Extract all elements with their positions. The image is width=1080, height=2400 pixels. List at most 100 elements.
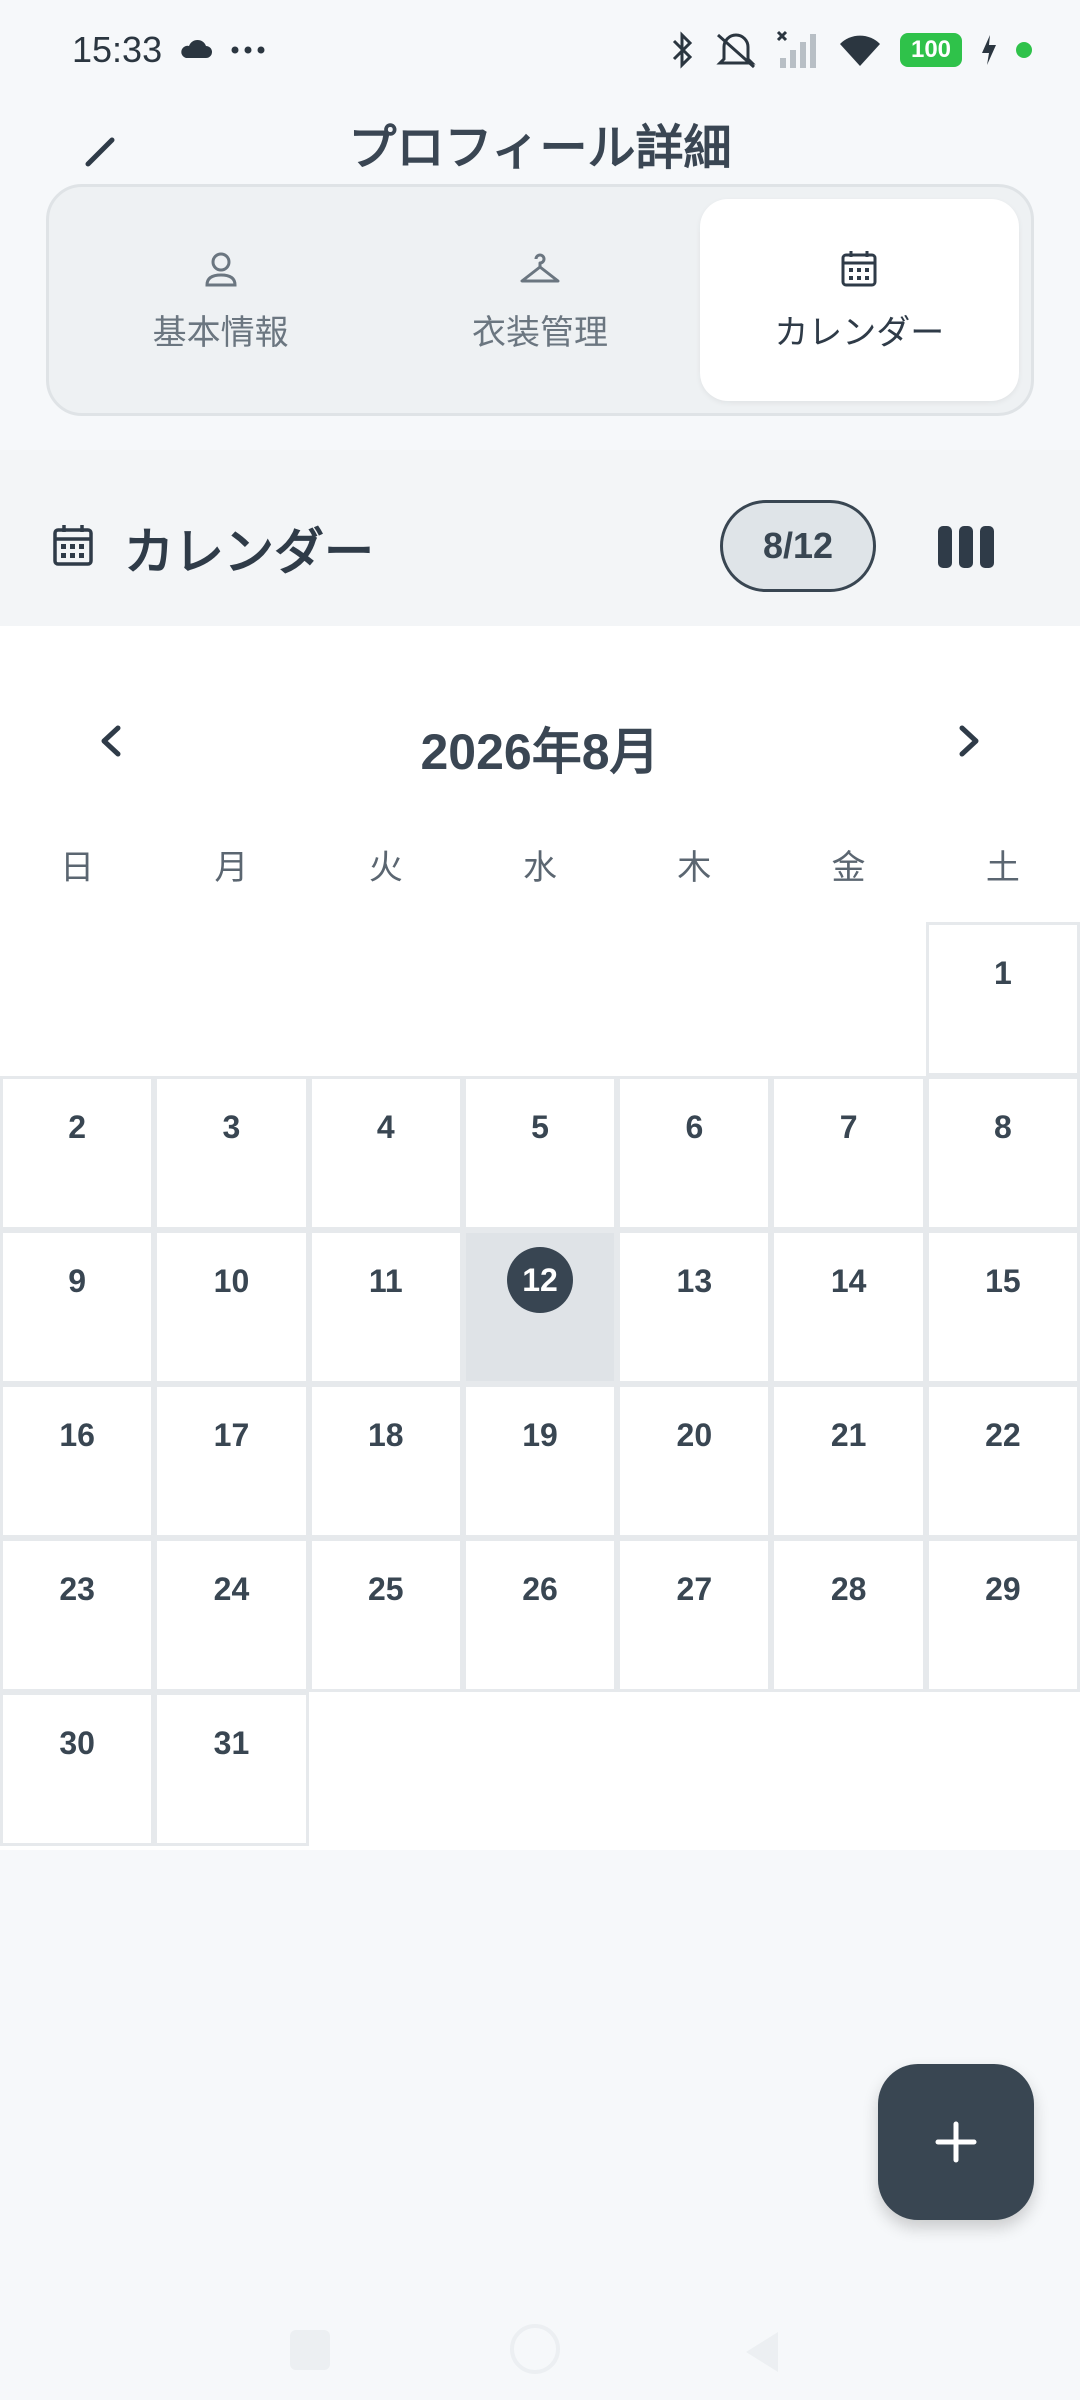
hanger-icon (520, 253, 560, 282)
month-title: 2026年8月 (420, 724, 660, 780)
mute-icon (716, 33, 756, 69)
calendar-day-cell[interactable]: 12 (462, 1230, 618, 1384)
calendar-empty-cell (617, 922, 772, 1076)
home-button[interactable] (510, 2324, 560, 2374)
day-number: 2 (68, 1109, 87, 1145)
day-number: 22 (985, 1417, 1021, 1453)
calendar-day-cell[interactable]: 2 (0, 1076, 155, 1230)
calendar-day-cell[interactable]: 1 (925, 922, 1080, 1076)
tab-costume[interactable]: 衣装管理 (380, 199, 699, 401)
status-time: 15:33 (72, 29, 163, 70)
day-number: 4 (376, 1109, 395, 1145)
calendar-day-cell[interactable]: 30 (0, 1692, 155, 1846)
calendar-empty-cell (925, 1692, 1080, 1846)
calendar-day-cell[interactable]: 24 (154, 1538, 309, 1692)
calendar-day-cell[interactable]: 26 (462, 1538, 618, 1692)
day-number: 17 (213, 1417, 250, 1453)
tab-basic-info[interactable]: 基本情報 (61, 199, 380, 401)
calendar-day-cell[interactable]: 31 (154, 1692, 309, 1846)
calendar-day-cell[interactable]: 11 (308, 1230, 463, 1384)
day-number: 24 (213, 1571, 250, 1607)
calendar-day-cell[interactable]: 25 (308, 1538, 463, 1692)
bluetooth-icon (672, 31, 693, 69)
day-number: 1 (994, 955, 1012, 991)
weekday-label: 火 (368, 849, 403, 887)
calendar-day-cell[interactable]: 19 (462, 1384, 618, 1538)
day-number: 16 (59, 1417, 95, 1453)
calendar-day-cell[interactable]: 5 (462, 1076, 618, 1230)
calendar-day-cell[interactable]: 8 (925, 1076, 1080, 1230)
today-button[interactable]: 8/12 (720, 500, 876, 592)
calendar-day-cell[interactable]: 15 (925, 1230, 1080, 1384)
calendar-empty-cell (617, 1692, 772, 1846)
day-number: 21 (830, 1417, 867, 1453)
calendar-empty-cell (462, 922, 618, 1076)
calendar-day-cell[interactable]: 27 (617, 1538, 772, 1692)
day-number: 26 (522, 1571, 558, 1607)
calendar-day-cell[interactable]: 9 (0, 1230, 155, 1384)
selected-day-number: 12 (507, 1247, 574, 1313)
day-number: 9 (68, 1263, 87, 1299)
tab-calendar[interactable]: カレンダー (699, 199, 1019, 401)
calendar-day-cell[interactable]: 23 (0, 1538, 155, 1692)
calendar-day-cell[interactable]: 29 (925, 1538, 1080, 1692)
day-number: 18 (367, 1417, 404, 1453)
page-title: プロフィール詳細 (348, 122, 732, 175)
header: プロフィール詳細 (0, 100, 1080, 180)
status-right: 100 (670, 30, 1032, 70)
signal-icon (776, 30, 816, 68)
calendar-day-cell[interactable]: 13 (617, 1230, 772, 1384)
calendar-empty-cell (462, 1692, 618, 1846)
weekday-label: 水 (522, 849, 557, 887)
calendar-day-cell[interactable]: 14 (771, 1230, 926, 1384)
status-dot (1016, 42, 1032, 58)
calendar-day-cell[interactable]: 3 (154, 1076, 309, 1230)
day-number: 6 (685, 1109, 704, 1145)
calendar-empty-cell (308, 922, 463, 1076)
calendar-day-cell[interactable]: 10 (154, 1230, 309, 1384)
view-columns-icon[interactable] (936, 524, 996, 570)
more-icon (231, 46, 265, 54)
battery-badge: 100 (900, 33, 962, 67)
calendar-day-cell[interactable]: 7 (771, 1076, 926, 1230)
calendar-day-cell[interactable]: 18 (308, 1384, 463, 1538)
add-event-button[interactable] (878, 2064, 1034, 2220)
calendar-empty-cell (771, 1692, 926, 1846)
calendar-section-header: カレンダー 8/12 (0, 450, 1080, 626)
calendar-empty-cell (771, 922, 926, 1076)
day-number: 30 (59, 1725, 95, 1761)
status-left: 15:33 (72, 29, 266, 71)
calendar-day-cell[interactable]: 28 (771, 1538, 926, 1692)
tab-label: カレンダー (774, 313, 945, 352)
person-icon (205, 252, 237, 286)
day-number: 27 (676, 1571, 713, 1607)
calendar-day-cell[interactable]: 20 (617, 1384, 772, 1538)
back-icon[interactable] (742, 2328, 782, 2376)
calendar-day-cell[interactable]: 6 (617, 1076, 772, 1230)
day-number: 3 (222, 1109, 241, 1145)
day-number: 5 (531, 1109, 549, 1145)
recents-button[interactable] (290, 2330, 330, 2370)
status-bar: 15:33 100 (0, 0, 1080, 100)
system-navigation (0, 2300, 1080, 2400)
calendar-day-cell[interactable]: 21 (771, 1384, 926, 1538)
day-number: 20 (676, 1417, 713, 1453)
tab-label: 衣装管理 (471, 313, 608, 352)
calendar-day-cell[interactable]: 16 (0, 1384, 155, 1538)
day-number: 10 (213, 1263, 250, 1299)
calendar-day-cell[interactable]: 4 (308, 1076, 463, 1230)
day-number: 7 (839, 1109, 858, 1145)
calendar-card: 2026年8月 日 月 火 水 木 金 土 1 2 3 4 5 6 7 8 9 10 11 12 13 1… (0, 626, 1080, 1850)
calendar-icon (841, 250, 877, 286)
calendar-empty-cell (154, 922, 309, 1076)
day-number: 23 (59, 1571, 95, 1607)
chevron-right-icon[interactable] (944, 716, 994, 766)
month-navigation: 2026年8月 (0, 686, 1080, 796)
day-number: 15 (985, 1263, 1021, 1299)
day-number: 29 (985, 1571, 1021, 1607)
calendar-day-cell[interactable]: 22 (925, 1384, 1080, 1538)
day-number: 11 (368, 1263, 403, 1299)
calendar-icon (53, 525, 93, 566)
day-number: 14 (830, 1263, 867, 1299)
calendar-day-cell[interactable]: 17 (154, 1384, 309, 1538)
